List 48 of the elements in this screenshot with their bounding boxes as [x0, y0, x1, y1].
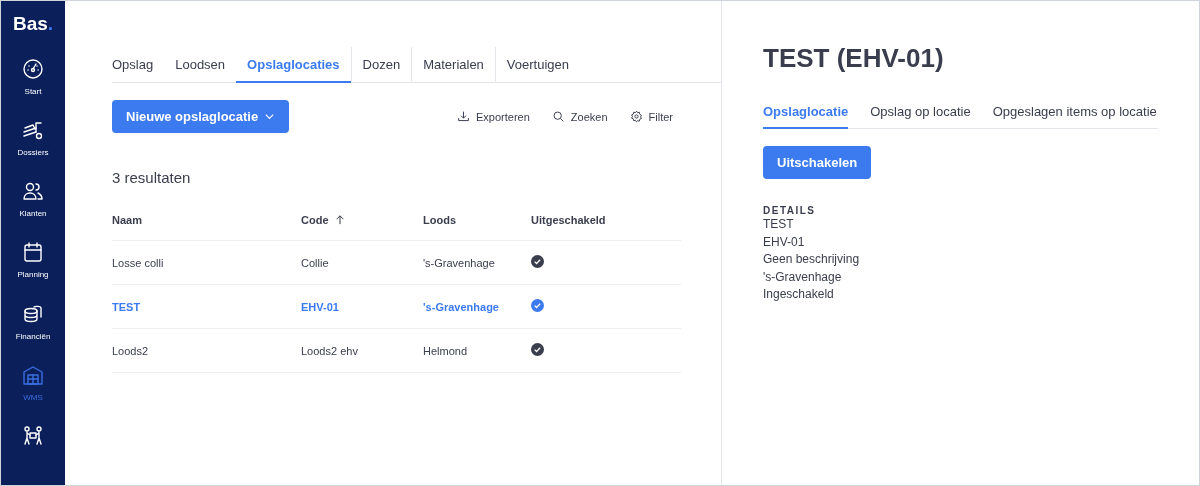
export-button[interactable]: Exporteren	[457, 110, 530, 123]
column-header[interactable]: Naam	[112, 214, 301, 226]
tab[interactable]: Materialen	[411, 47, 495, 83]
tab[interactable]: Opslaglocaties	[236, 47, 351, 83]
detail-value: EHV-01	[763, 233, 806, 251]
tab[interactable]: Voertuigen	[494, 47, 581, 83]
detail-value: Ingeschakeld	[763, 286, 835, 303]
search-icon	[551, 110, 565, 123]
download-icon	[457, 110, 471, 123]
tab[interactable]: Loodsen	[164, 47, 237, 83]
table-cell-text: 's-Gravenhage	[423, 256, 496, 269]
table-cell-text: Helmond	[423, 344, 469, 357]
detail-value: TEST	[763, 216, 795, 233]
table-cell-text: Loods2	[112, 344, 150, 357]
logo: Bas.	[12, 13, 54, 35]
settings-icon	[629, 110, 643, 123]
table-cell-text: Loods2 ehv	[301, 344, 359, 357]
caret-icon	[264, 111, 276, 122]
carry-icon	[21, 423, 45, 448]
nav-item[interactable]: Financiën	[15, 301, 51, 363]
calendar-icon	[21, 240, 45, 265]
section-heading: DETAILS	[763, 205, 817, 216]
table-cell-text: TEST	[112, 300, 142, 313]
column-header[interactable]: Loods	[423, 214, 531, 226]
gauge-icon	[21, 57, 45, 81]
detail-value: 's-Gravenhage	[763, 268, 843, 286]
nav-item[interactable]: Dossiers	[17, 118, 49, 180]
table-cell-text: 's-Gravenhage	[423, 300, 500, 313]
disable-button[interactable]: Uitschakelen	[763, 146, 872, 179]
tab[interactable]: Opslag op locatie	[870, 104, 971, 129]
result-count: 3 resultaten	[112, 169, 192, 186]
detail-value: Geen beschrijving	[763, 251, 861, 268]
column-header[interactable]: Uitgeschakeld	[531, 214, 681, 226]
filter-button[interactable]: Filter	[629, 110, 673, 123]
search-button[interactable]: Zoeken	[551, 110, 608, 123]
table-cell-text: Collie	[301, 256, 330, 269]
table-cell-text: EHV-01	[301, 300, 340, 313]
tab[interactable]: Opslag	[112, 47, 165, 83]
tab[interactable]: Opslaglocatie	[763, 104, 849, 129]
nav-item[interactable]: Klanten	[19, 179, 47, 241]
new-location-button[interactable]: Nieuwe opslaglocatie	[112, 100, 290, 133]
nav-item[interactable]: Planning	[17, 240, 49, 302]
tab[interactable]: Opgeslagen items op locatie	[992, 104, 1157, 129]
table-cell-text: Losse colli	[112, 256, 165, 269]
column-header[interactable]: Code	[301, 214, 423, 226]
detail-title: TEST (EHV-01)	[763, 43, 945, 74]
tab[interactable]: Dozen	[350, 47, 412, 83]
nav-item[interactable]: Start	[21, 57, 45, 119]
